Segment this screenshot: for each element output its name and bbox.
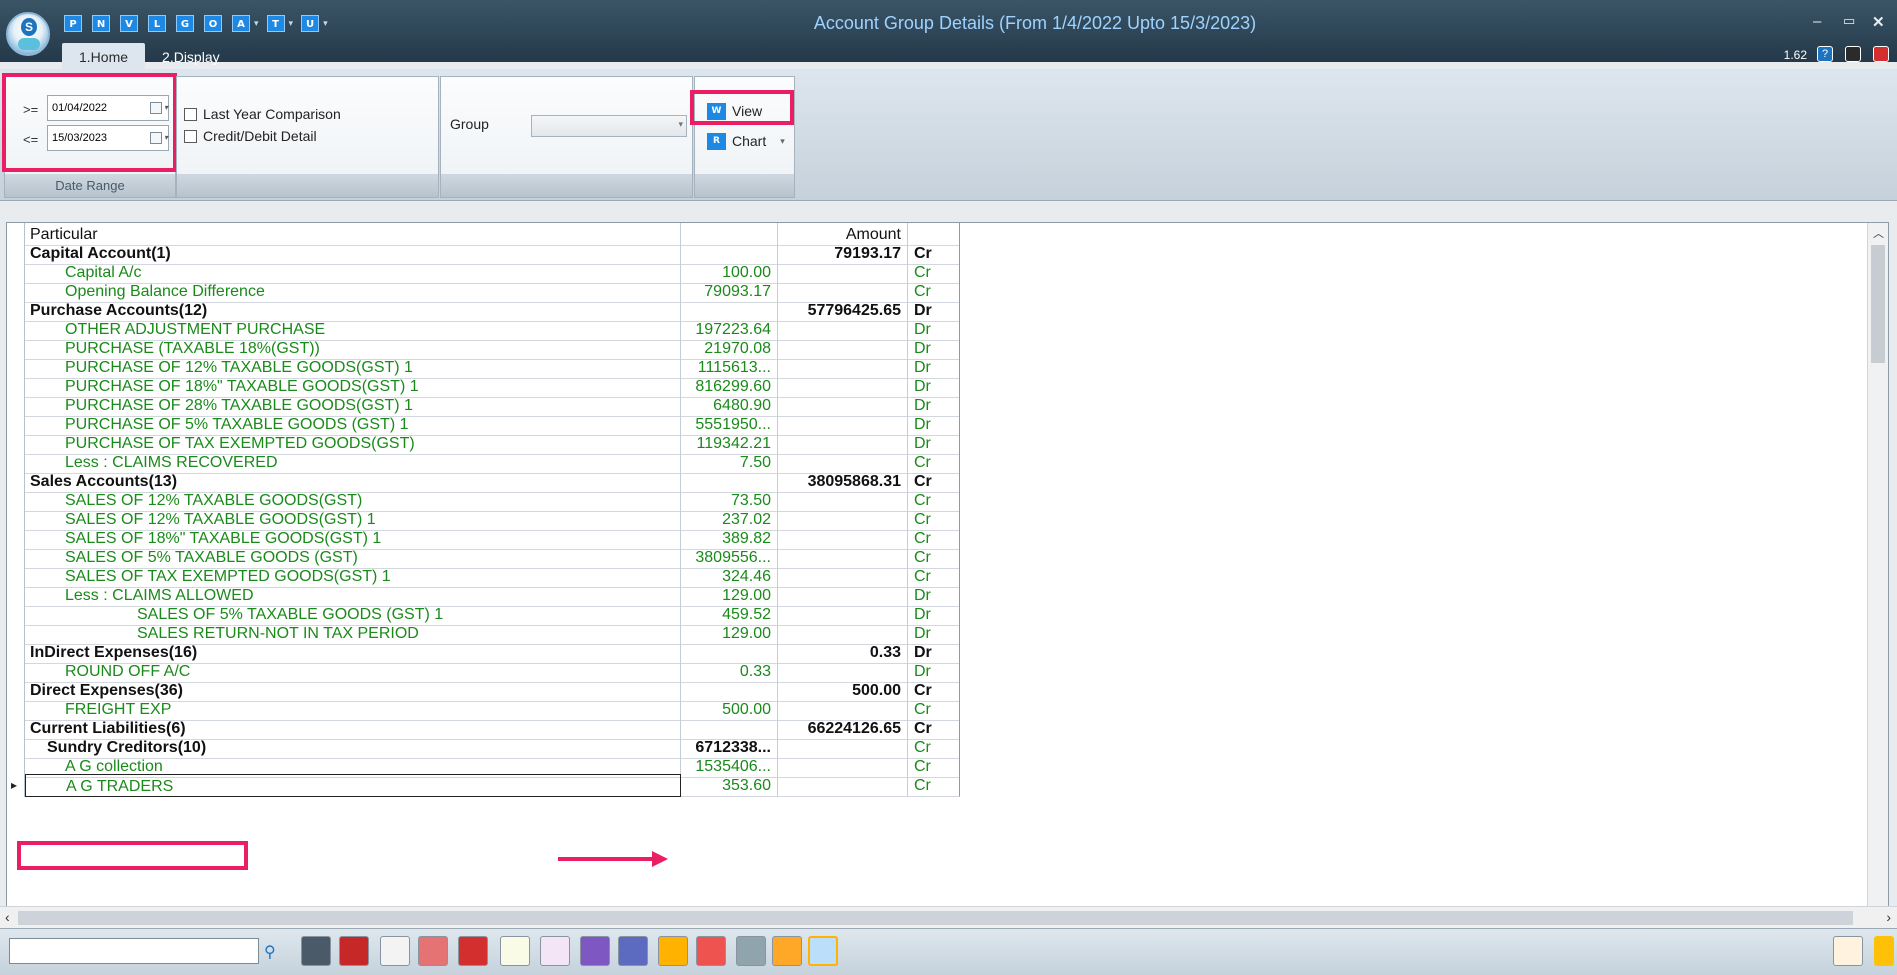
search-input[interactable] (9, 938, 259, 964)
version-label: 1.62 (1783, 48, 1807, 62)
group-label: Group (450, 116, 489, 132)
red-book-icon[interactable] (339, 936, 369, 966)
horizontal-scroll-thumb[interactable] (18, 911, 1853, 925)
maximize-button[interactable]: ▭ (1843, 13, 1855, 29)
logo-figure (18, 38, 40, 50)
credit-debit-detail-checkbox[interactable] (184, 130, 197, 143)
stamp-icon[interactable] (580, 936, 610, 966)
last-year-comparison-label: Last Year Comparison (203, 106, 341, 122)
vertical-scrollbar[interactable]: ︿ (1867, 223, 1888, 911)
search-icon[interactable]: ⚲ (264, 942, 276, 962)
group-filter-group: Group ▾ (440, 76, 693, 198)
group-select[interactable]: ▾ (531, 115, 687, 137)
report-book-icon[interactable] (418, 936, 448, 966)
row-selector: ▸ (7, 774, 25, 797)
actions-footer (695, 174, 794, 197)
chevron-up-icon[interactable]: ︿ (1873, 225, 1884, 241)
window-title: Account Group Details (From 1/4/2022 Upt… (813, 13, 1257, 33)
chart-button[interactable]: R Chart ▾ (707, 129, 785, 153)
table-row[interactable]: ▸ A G TRADERS 353.60 Cr (7, 774, 960, 797)
highlight-sundry-creditors (17, 841, 248, 870)
alert-icon[interactable] (1874, 936, 1894, 966)
help-icon[interactable]: ? (1817, 46, 1833, 62)
highlight-view-button (690, 90, 794, 125)
ribbon-tabs: 1.Home 2.Display (62, 43, 237, 69)
tab-display[interactable]: 2.Display (145, 43, 237, 69)
printer-icon[interactable] (736, 936, 766, 966)
network-icon[interactable] (618, 936, 648, 966)
drcr-cell: Cr (908, 774, 960, 797)
red-arrow-annotation (558, 851, 668, 867)
chevron-right-icon[interactable]: › (1886, 909, 1891, 925)
bottom-toolbar (0, 928, 1897, 975)
box-icon[interactable] (772, 936, 802, 966)
group-footer (441, 174, 692, 197)
horizontal-scrollbar[interactable]: ‹ › (0, 906, 1897, 929)
money-bag-icon[interactable] (658, 936, 688, 966)
credit-debit-detail-label: Credit/Debit Detail (203, 128, 317, 144)
date-range-label: Date Range (5, 174, 175, 197)
particular-cell: A G TRADERS (25, 774, 681, 797)
tab-home[interactable]: 1.Home (62, 43, 146, 69)
purchase-p-icon[interactable] (380, 936, 410, 966)
chart-icon: R (707, 132, 726, 150)
chevron-left-icon[interactable]: ‹ (5, 909, 10, 925)
whatsapp-share-icon[interactable] (1833, 936, 1863, 966)
vertical-scroll-thumb[interactable] (1871, 245, 1885, 363)
last-year-comparison-checkbox[interactable] (184, 108, 197, 121)
close-button[interactable]: ✕ (1872, 13, 1885, 31)
amount-cell (778, 774, 908, 797)
account-grid: Particular Amount Capital Account(1) 79193.… (6, 222, 1889, 912)
documents-icon[interactable] (808, 936, 838, 966)
minimize-button[interactable]: – (1813, 13, 1821, 30)
chevron-down-icon[interactable]: ▾ (780, 136, 785, 147)
receipt-re-icon[interactable] (500, 936, 530, 966)
arrow-head (652, 851, 668, 867)
gray-book-icon[interactable] (301, 936, 331, 966)
options-group: Last Year Comparison Credit/Debit Detail (176, 76, 439, 198)
shapes-icon[interactable] (696, 936, 726, 966)
purchase-register-icon[interactable] (458, 936, 488, 966)
exit-icon[interactable] (1873, 46, 1889, 62)
calculator-icon[interactable] (1845, 46, 1861, 62)
chevron-down-icon[interactable]: ▾ (678, 119, 683, 130)
options-footer (177, 174, 438, 197)
pe-entry-icon[interactable] (540, 936, 570, 966)
chart-label: Chart (732, 133, 767, 149)
value-cell: 353.60 (681, 774, 778, 797)
highlight-date-range (2, 73, 177, 172)
